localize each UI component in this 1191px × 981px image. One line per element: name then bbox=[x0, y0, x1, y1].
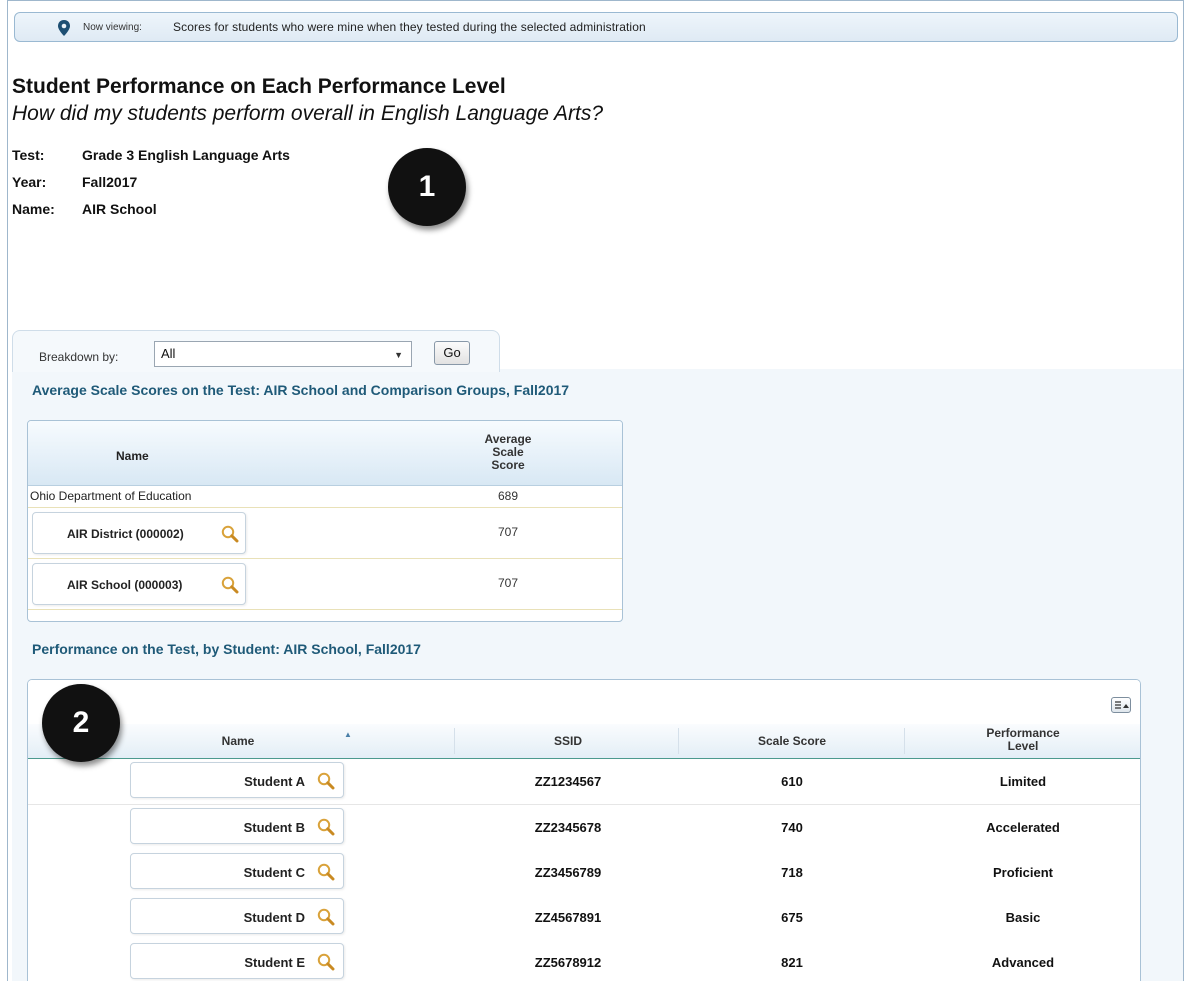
student-scale-score: 821 bbox=[781, 955, 803, 970]
magnifier-icon bbox=[317, 908, 335, 926]
dropdown-arrow-icon: ▼ bbox=[394, 350, 403, 360]
student-ssid: ZZ2345678 bbox=[534, 820, 602, 835]
student-table-header: Name ▲ SSID Scale Score Performance Leve… bbox=[28, 724, 1140, 760]
student-performance-level: Basic bbox=[1005, 910, 1041, 925]
frame-left bbox=[7, 0, 8, 981]
student-ssid: ZZ3456789 bbox=[534, 865, 602, 880]
student-link-button[interactable]: Student D bbox=[130, 898, 344, 934]
magnifier-icon bbox=[221, 576, 239, 594]
student-ssid: ZZ5678912 bbox=[534, 955, 602, 970]
magnifier-icon bbox=[221, 525, 239, 543]
avg-row-score: 707 bbox=[497, 576, 519, 590]
student-performance-level: Advanced bbox=[991, 955, 1055, 970]
col-header-name[interactable]: Name bbox=[128, 724, 348, 758]
avg-row-name: AIR School (000003) bbox=[67, 578, 183, 592]
col-separator bbox=[904, 728, 905, 754]
student-section-title: Performance on the Test, by Student: AIR… bbox=[32, 641, 421, 657]
table-row: Student C ZZ3456789 718 Proficient bbox=[28, 850, 1140, 896]
meta-test: Test: Grade 3 English Language Arts bbox=[12, 147, 290, 163]
avg-row-name: Ohio Department of Education bbox=[30, 489, 192, 503]
table-row: Student B ZZ2345678 740 Accelerated bbox=[28, 805, 1140, 851]
school-link-button[interactable]: AIR School (000003) bbox=[32, 563, 246, 605]
student-name: Student A bbox=[244, 774, 305, 789]
district-link-button[interactable]: AIR District (000002) bbox=[32, 512, 246, 554]
meta-name: Name: AIR School bbox=[12, 201, 157, 217]
student-performance-level: Accelerated bbox=[986, 820, 1060, 835]
col-separator bbox=[678, 728, 679, 754]
student-scale-score: 718 bbox=[781, 865, 803, 880]
page-subtitle: How did my students perform overall in E… bbox=[12, 102, 604, 125]
now-viewing-bar: Now viewing: Scores for students who wer… bbox=[14, 12, 1178, 42]
magnifier-icon bbox=[317, 863, 335, 881]
avg-row-district: AIR District (000002) 707 bbox=[28, 508, 622, 559]
meta-test-label: Test: bbox=[12, 147, 45, 163]
avg-row-school: AIR School (000003) 707 bbox=[28, 559, 622, 610]
breakdown-select[interactable]: All ▼ bbox=[154, 341, 412, 367]
meta-year: Year: Fall2017 bbox=[12, 174, 137, 190]
magnifier-icon bbox=[317, 953, 335, 971]
student-ssid: ZZ1234567 bbox=[534, 774, 602, 789]
frame-top bbox=[7, 0, 1184, 1]
table-row: Student A ZZ1234567 610 Limited bbox=[28, 759, 1140, 805]
go-button[interactable]: Go bbox=[434, 341, 470, 365]
page-title: Student Performance on Each Performance … bbox=[12, 75, 506, 98]
meta-year-label: Year: bbox=[12, 174, 47, 190]
frame-right bbox=[1183, 0, 1184, 981]
col-separator bbox=[454, 728, 455, 754]
avg-score-table: Name Average Scale Score Ohio Department… bbox=[27, 420, 623, 622]
table-row: Student D ZZ4567891 675 Basic bbox=[28, 895, 1140, 941]
callout-badge-1: 1 bbox=[388, 148, 466, 226]
student-name: Student E bbox=[244, 955, 305, 970]
avg-col-name: Name bbox=[116, 449, 149, 463]
magnifier-icon bbox=[317, 772, 335, 790]
student-link-button[interactable]: Student C bbox=[130, 853, 344, 889]
student-link-button[interactable]: Student E bbox=[130, 943, 344, 979]
perf-level-line-2: Level bbox=[1007, 739, 1039, 753]
avg-row-score: 689 bbox=[497, 489, 519, 503]
table-row: Student E ZZ5678912 821 Advanced bbox=[28, 940, 1140, 981]
sort-asc-icon: ▲ bbox=[344, 730, 352, 739]
student-performance-level: Limited bbox=[999, 774, 1047, 789]
breakdown-selected-value: All bbox=[161, 346, 176, 361]
col-header-scale-score[interactable]: Scale Score bbox=[682, 724, 902, 758]
meta-test-value: Grade 3 English Language Arts bbox=[82, 147, 290, 163]
meta-name-label: Name: bbox=[12, 201, 55, 217]
student-table: Name ▲ SSID Scale Score Performance Leve… bbox=[27, 679, 1141, 981]
meta-year-value: Fall2017 bbox=[82, 174, 138, 190]
now-viewing-text: Scores for students who were mine when t… bbox=[173, 20, 646, 34]
avg-row-score: 707 bbox=[497, 525, 519, 539]
avg-col-score: Average Scale Score bbox=[468, 433, 548, 472]
student-scale-score: 610 bbox=[781, 774, 803, 789]
callout-badge-2: 2 bbox=[42, 684, 120, 762]
magnifier-icon bbox=[317, 818, 335, 836]
student-name: Student D bbox=[243, 910, 305, 925]
avg-col-score-line-3: Score bbox=[491, 458, 525, 472]
student-link-button[interactable]: Student A bbox=[130, 762, 344, 798]
student-performance-level: Proficient bbox=[993, 865, 1053, 880]
meta-name-value: AIR School bbox=[82, 201, 157, 217]
avg-table-header: Name Average Scale Score bbox=[28, 421, 622, 486]
col-header-performance-level[interactable]: Performance Level bbox=[908, 727, 1138, 761]
student-scale-score: 740 bbox=[781, 820, 803, 835]
col-header-ssid[interactable]: SSID bbox=[458, 724, 678, 758]
now-viewing-prefix: Now viewing: bbox=[83, 22, 142, 33]
column-options-icon[interactable] bbox=[1111, 697, 1131, 713]
avg-row-state: Ohio Department of Education 689 bbox=[28, 486, 622, 508]
student-scale-score: 675 bbox=[781, 910, 803, 925]
avg-section-title: Average Scale Scores on the Test: AIR Sc… bbox=[32, 382, 570, 398]
breakdown-label: Breakdown by: bbox=[39, 350, 119, 364]
student-table-toolbar bbox=[28, 680, 1140, 724]
student-link-button[interactable]: Student B bbox=[130, 808, 344, 844]
student-name: Student C bbox=[243, 865, 305, 880]
avg-row-name: AIR District (000002) bbox=[67, 527, 184, 541]
student-ssid: ZZ4567891 bbox=[534, 910, 602, 925]
student-name: Student B bbox=[243, 820, 305, 835]
map-pin-icon bbox=[58, 20, 70, 36]
